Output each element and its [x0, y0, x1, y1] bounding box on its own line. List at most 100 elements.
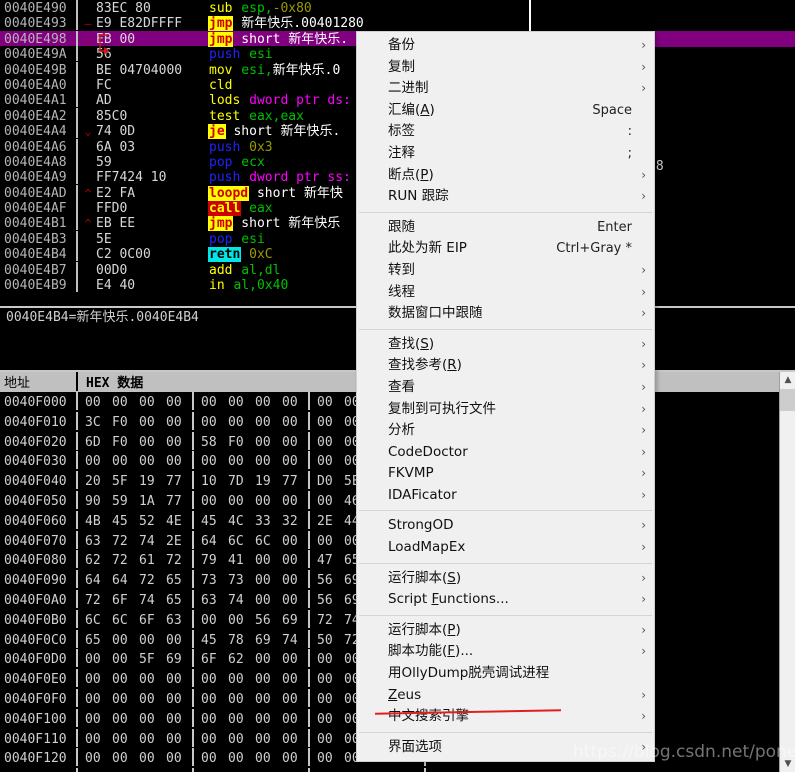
- hex-byte: 4B: [85, 513, 101, 529]
- menu-item[interactable]: 跟随 Enter: [357, 217, 654, 239]
- hex-byte: 00: [166, 691, 182, 707]
- menu-item[interactable]: 备份 ›: [357, 35, 654, 57]
- disassembly-address: 0040E4AD: [4, 185, 67, 201]
- menu-item[interactable]: 数据窗口中跟随 ›: [357, 303, 654, 325]
- chevron-right-icon: ›: [641, 306, 646, 321]
- hex-byte-group: 20 5F 19 77: [78, 472, 192, 492]
- hex-byte-group: 00 00 56 69: [194, 611, 308, 631]
- menu-item[interactable]: 运行脚本(P) ›: [357, 620, 654, 642]
- hex-byte-group: 00 00 00 00: [78, 452, 192, 472]
- menu-item[interactable]: 注释;: [357, 143, 654, 165]
- disassembly-hex-bytes: E9 E82DFFFF: [96, 16, 183, 32]
- column-separator: [76, 277, 78, 293]
- hex-byte: 00: [255, 731, 271, 747]
- hex-row-address: 0040F110: [4, 731, 67, 747]
- menu-item[interactable]: RUN 跟踪 ›: [357, 186, 654, 208]
- menu-item[interactable]: IDAFicator ›: [357, 485, 654, 507]
- menu-item[interactable]: 此处为新 EIP Ctrl+Gray *: [357, 238, 654, 260]
- menu-item[interactable]: 分析 ›: [357, 420, 654, 442]
- disassembly-instruction: sub esp,-0x80: [208, 1, 312, 16]
- menu-item[interactable]: 线程 ›: [357, 282, 654, 304]
- hex-row-address: 0040F100: [4, 711, 67, 727]
- menu-item[interactable]: Zeus ›: [357, 685, 654, 707]
- disassembly-hex-bytes: 85C0: [96, 108, 128, 124]
- hex-dump-scrollbar[interactable]: ▲ ▼: [779, 372, 795, 772]
- context-menu[interactable]: 备份 › 复制 › 二进制 › 汇编(A) Space 标签: 注释; 断点(P) › RUN 跟踪 › 跟…: [356, 31, 655, 763]
- hex-byte: 00: [85, 395, 101, 410]
- hex-byte-group: 65 00 00 00: [78, 631, 192, 651]
- menu-item-label: 界面选项: [388, 738, 442, 755]
- hex-header-data: HEX 数据: [86, 376, 144, 391]
- hex-byte: 00: [228, 493, 244, 509]
- hex-byte: 63: [85, 533, 101, 549]
- jump-arrow-icon: ⌄: [84, 125, 92, 139]
- hex-byte: 00: [228, 414, 244, 430]
- column-separator: [76, 46, 78, 62]
- menu-item[interactable]: CodeDoctor ›: [357, 442, 654, 464]
- disassembly-address: 0040E4A0: [4, 77, 67, 93]
- hex-byte: 5F: [139, 652, 155, 668]
- menu-item[interactable]: 脚本功能(F)... ›: [357, 641, 654, 663]
- hex-byte: 00: [139, 632, 155, 648]
- menu-item-shortcut: :: [627, 124, 632, 140]
- hex-byte: 6C: [255, 533, 271, 549]
- menu-item-label: 标签: [388, 123, 415, 140]
- hex-byte: 00: [139, 731, 155, 747]
- disassembly-address: 0040E49B: [4, 62, 67, 78]
- disassembly-hex-bytes: EB EE: [96, 216, 136, 232]
- menu-item[interactable]: 运行脚本(S) ›: [357, 568, 654, 590]
- menu-item[interactable]: 查看 ›: [357, 377, 654, 399]
- hex-byte: 77: [282, 474, 298, 490]
- column-separator: [76, 138, 78, 154]
- column-separator: [76, 123, 78, 139]
- menu-item[interactable]: 二进制 ›: [357, 78, 654, 100]
- menu-separator: [359, 614, 652, 616]
- hex-byte: 00: [317, 731, 333, 747]
- menu-item[interactable]: Script Functions... ›: [357, 589, 654, 611]
- chevron-right-icon: ›: [641, 167, 646, 182]
- hex-byte: 00: [255, 395, 271, 410]
- hex-row-address: 0040F0F0: [4, 691, 67, 707]
- hex-byte: 00: [282, 731, 298, 747]
- hex-byte: 00: [317, 434, 333, 450]
- instruction-operand: short 新年快乐.: [233, 31, 349, 47]
- disassembly-row[interactable]: 0040E490 83EC 80 sub esp,-0x80: [0, 0, 795, 16]
- hex-row[interactable]: 0040F130000000000000000000000000: [0, 768, 795, 772]
- menu-item[interactable]: 汇编(A) Space: [357, 100, 654, 122]
- instruction-operand: al,0x40: [225, 278, 289, 294]
- menu-item[interactable]: 转到 ›: [357, 260, 654, 282]
- hex-byte: 00: [228, 711, 244, 727]
- menu-item[interactable]: 断点(P) ›: [357, 165, 654, 187]
- hex-byte: 00: [139, 434, 155, 450]
- menu-item[interactable]: 复制 ›: [357, 57, 654, 79]
- chevron-right-icon: ›: [641, 622, 646, 637]
- menu-item[interactable]: 复制到可执行文件 ›: [357, 399, 654, 421]
- menu-item[interactable]: StrongOD ›: [357, 515, 654, 537]
- disassembly-address: 0040E4B9: [4, 278, 67, 294]
- hex-byte: 00: [228, 454, 244, 470]
- hex-byte: 00: [282, 652, 298, 668]
- hex-byte: F0: [112, 414, 128, 430]
- hex-byte: 00: [139, 691, 155, 707]
- menu-separator: [359, 731, 652, 733]
- hex-byte: 73: [228, 573, 244, 589]
- hex-byte: 00: [282, 691, 298, 707]
- hex-byte: 32: [282, 513, 298, 529]
- menu-item[interactable]: 查找(S) ›: [357, 334, 654, 356]
- hex-byte: 00: [255, 434, 271, 450]
- jump-arrow-icon: ^: [84, 217, 92, 231]
- menu-item[interactable]: FKVMP ›: [357, 463, 654, 485]
- menu-item[interactable]: LoadMapEx ›: [357, 537, 654, 559]
- disassembly-row[interactable]: 0040E493 – E9 E82DFFFF jmp 新年快乐.00401280: [0, 15, 795, 32]
- hex-byte-group: 00 00 00 00: [194, 492, 308, 512]
- scroll-up-icon[interactable]: ▲: [780, 372, 795, 388]
- hex-byte-group: 73 73 00 00: [194, 571, 308, 591]
- disassembly-instruction: lods dword ptr ds:: [208, 93, 351, 108]
- menu-item[interactable]: 查找参考(R) ›: [357, 355, 654, 377]
- hex-byte: 00: [139, 751, 155, 767]
- disassembly-hex-bytes: C2 0C00: [96, 247, 151, 263]
- menu-item[interactable]: 标签:: [357, 121, 654, 143]
- scrollbar-thumb[interactable]: [780, 389, 795, 411]
- hex-byte: 65: [166, 573, 182, 589]
- menu-item[interactable]: 用OllyDump脱壳调试进程: [357, 663, 654, 685]
